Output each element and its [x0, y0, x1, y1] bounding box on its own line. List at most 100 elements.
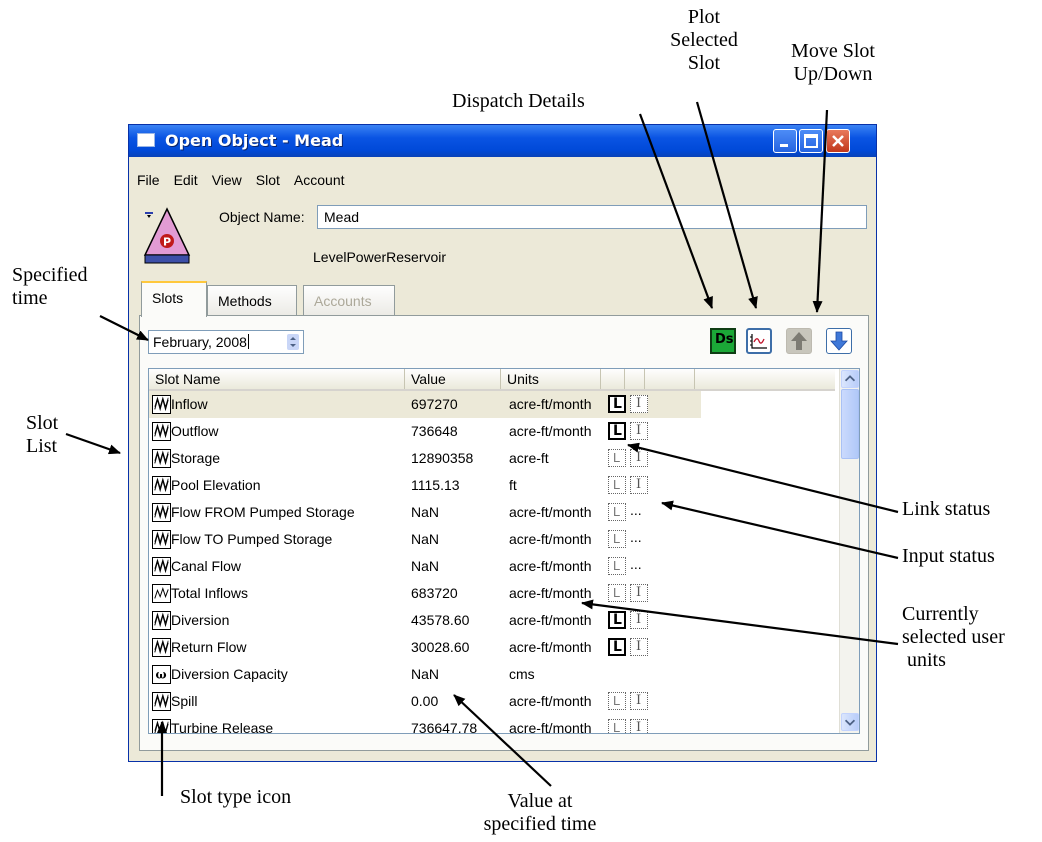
slot-units: acre-ft/month: [509, 612, 592, 628]
object-name-field[interactable]: Mead: [317, 205, 867, 229]
series-icon: [152, 611, 171, 630]
column-input-status[interactable]: [625, 369, 645, 389]
menu-edit[interactable]: Edit: [172, 172, 200, 192]
annotation-plot-selected-slot: Plot Selected Slot: [660, 6, 748, 75]
input-status-icon[interactable]: [630, 422, 648, 440]
table-row[interactable]: Total Inflows 683720 acre-ft/month: [149, 580, 835, 607]
link-status-icon[interactable]: [608, 449, 626, 467]
date-field[interactable]: February, 2008: [148, 330, 304, 354]
table-row[interactable]: Canal Flow NaN acre-ft/month...: [149, 553, 835, 580]
slot-name: Total Inflows: [171, 585, 249, 601]
column-extra[interactable]: [645, 369, 695, 389]
table-row[interactable]: Spill 0.00 acre-ft/month: [149, 688, 835, 715]
table-row[interactable]: Return Flow 30028.60 acre-ft/month: [149, 634, 835, 661]
annotation-line: units: [902, 649, 946, 671]
object-type-label: LevelPowerReservoir: [313, 249, 447, 265]
table-row[interactable]: Inflow 697270 acre-ft/month: [149, 391, 701, 418]
window-title: Open Object - Mead: [165, 131, 344, 150]
link-status-icon[interactable]: [608, 395, 626, 413]
slot-units: acre-ft/month: [509, 693, 592, 709]
close-button[interactable]: [826, 129, 850, 153]
column-link-status[interactable]: [601, 369, 625, 389]
slot-name: Inflow: [171, 396, 208, 412]
input-status-icon[interactable]: [630, 692, 648, 710]
slot-list-header: Slot Name Value Units: [149, 369, 835, 391]
table-row[interactable]: ω Diversion Capacity NaN cms: [149, 661, 835, 688]
slot-value: 683720: [411, 585, 458, 601]
link-status-icon[interactable]: [608, 530, 626, 548]
column-units[interactable]: Units: [501, 369, 601, 389]
annotation-line: selected user: [902, 626, 1005, 648]
scroll-up-button[interactable]: [841, 370, 859, 388]
tab-accounts[interactable]: Accounts: [303, 285, 395, 315]
menu-slot[interactable]: Slot: [254, 172, 282, 192]
table-row[interactable]: Flow FROM Pumped Storage NaN acre-ft/month…: [149, 499, 835, 526]
scroll-down-button[interactable]: [841, 713, 859, 731]
table-row[interactable]: Turbine Release 736647.78 acre-ft/month: [149, 715, 835, 733]
slot-value: 30028.60: [411, 639, 470, 655]
input-status-icon[interactable]: [630, 719, 648, 733]
series-icon: [152, 503, 171, 522]
link-status-icon[interactable]: [608, 692, 626, 710]
table-row[interactable]: Storage 12890358 acre-ft: [149, 445, 835, 472]
input-status-icon[interactable]: [630, 584, 648, 602]
vertical-scrollbar[interactable]: [839, 369, 859, 733]
menu-file[interactable]: File: [135, 172, 162, 192]
link-status-icon[interactable]: [608, 611, 626, 629]
table-row[interactable]: Outflow 736648 acre-ft/month: [149, 418, 835, 445]
slot-list: Slot Name Value Units Inflow 697270 acre-f…: [148, 368, 860, 734]
slot-value: 43578.60: [411, 612, 470, 628]
minimize-button[interactable]: [773, 129, 797, 153]
input-status-icon[interactable]: [630, 611, 648, 629]
series-icon: [152, 476, 171, 495]
maximize-icon: [804, 134, 818, 148]
scroll-thumb[interactable]: [841, 389, 859, 459]
column-value[interactable]: Value: [405, 369, 501, 389]
menu-view[interactable]: View: [210, 172, 244, 192]
plot-icon: [750, 334, 767, 349]
series-icon: [152, 692, 171, 711]
menu-account[interactable]: Account: [292, 172, 347, 192]
annotation-specified-time: Specified time: [12, 264, 88, 310]
annotation-line: Move Slot: [791, 40, 875, 62]
slot-name: Canal Flow: [171, 558, 242, 574]
link-status-icon[interactable]: [608, 638, 626, 656]
tab-methods[interactable]: Methods: [207, 285, 297, 315]
column-slot-name[interactable]: Slot Name: [149, 369, 405, 389]
close-icon: [832, 135, 844, 147]
annotation-line: Up/Down: [793, 63, 873, 85]
date-spinner-icon[interactable]: [287, 334, 299, 350]
slot-units: acre-ft: [509, 450, 549, 466]
maximize-button[interactable]: [799, 129, 823, 153]
dispatch-details-button[interactable]: Ds: [710, 328, 736, 354]
table-row[interactable]: Diversion 43578.60 acre-ft/month: [149, 607, 835, 634]
input-status-icon[interactable]: [630, 449, 648, 467]
plot-slot-button[interactable]: [746, 328, 772, 354]
annotation-line: time: [12, 287, 48, 309]
slot-value: NaN: [411, 558, 440, 574]
input-status-icon[interactable]: [630, 638, 648, 656]
table-row[interactable]: Flow TO Pumped Storage NaN acre-ft/month..…: [149, 526, 835, 553]
series-icon: [152, 395, 171, 414]
title-bar[interactable]: Open Object - Mead: [129, 125, 876, 157]
input-status-icon[interactable]: [630, 395, 648, 413]
move-slot-up-button[interactable]: [786, 328, 812, 354]
link-status-icon[interactable]: [608, 476, 626, 494]
table-row[interactable]: Pool Elevation 1115.13 ft: [149, 472, 835, 499]
link-status-icon[interactable]: [608, 719, 626, 733]
slot-name: Flow TO Pumped Storage: [171, 531, 333, 547]
tab-slots[interactable]: Slots: [141, 281, 207, 317]
link-status-icon[interactable]: [608, 503, 626, 521]
move-slot-down-button[interactable]: [826, 328, 852, 354]
link-status-icon[interactable]: [608, 422, 626, 440]
series-icon: [152, 530, 171, 549]
input-status-icon[interactable]: [630, 476, 648, 494]
series-icon: [152, 449, 171, 468]
date-value: February, 2008: [153, 334, 247, 350]
series-icon: [152, 638, 171, 657]
object-name-label: Object Name:: [219, 209, 305, 225]
link-status-icon[interactable]: [608, 557, 626, 575]
link-status-icon[interactable]: [608, 584, 626, 602]
slot-name: Spill: [171, 693, 198, 709]
annotation-link-status: Link status: [902, 498, 991, 520]
